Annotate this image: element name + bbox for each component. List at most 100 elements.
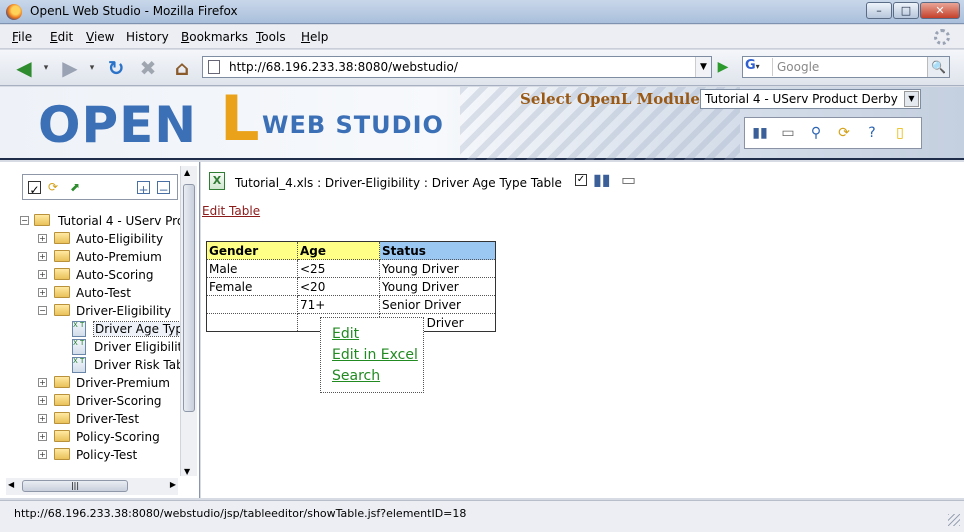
tree-item-label: Driver Age Type Table xyxy=(92,321,180,337)
table-cell[interactable]: Male xyxy=(206,259,298,278)
stop-icon[interactable]: ✖ xyxy=(134,54,162,82)
expand-all-icon[interactable]: + xyxy=(137,181,150,197)
menu-tools[interactable]: Tools xyxy=(256,30,286,44)
checkbox-icon[interactable]: ✓ xyxy=(575,174,587,186)
folder-icon xyxy=(54,430,70,442)
table-cell[interactable] xyxy=(206,313,298,332)
minimize-button[interactable]: – xyxy=(866,2,892,19)
app-header: OPEN L WEB STUDIO Select OpenL Module: T… xyxy=(0,87,964,160)
menu-history[interactable]: History xyxy=(126,30,169,44)
menu-edit[interactable]: Edit xyxy=(50,30,73,44)
scrollbar-thumb[interactable]: ||| xyxy=(22,480,128,492)
resize-grip-icon[interactable] xyxy=(948,514,960,526)
window-titlebar: OpenL Web Studio - Mozilla Firefox – □ ✕ xyxy=(0,0,964,24)
maximize-button[interactable]: □ xyxy=(893,2,919,19)
context-menu-search[interactable]: Search xyxy=(332,368,380,384)
table-file-icon: X T xyxy=(72,339,86,355)
tree-item-label: Driver-Test xyxy=(76,412,140,426)
table-cell[interactable]: <20 xyxy=(297,277,380,296)
tree-horizontal-scrollbar[interactable]: ◀ ||| ▶ xyxy=(6,478,178,495)
forward-icon[interactable]: ▶ xyxy=(56,54,84,82)
search-icon[interactable]: 🔍 xyxy=(927,57,949,77)
help-icon[interactable]: ? xyxy=(863,124,881,142)
computer-icon[interactable]: ▭ xyxy=(779,124,797,142)
table-cell[interactable]: Young Driver xyxy=(379,277,496,296)
tree-item-label: Policy-Test xyxy=(76,448,138,462)
url-bar[interactable]: http://68.196.233.38:8080/webstudio/ ▼ xyxy=(202,56,712,78)
menu-bookmarks[interactable]: Bookmarks xyxy=(181,30,248,44)
menu-view[interactable]: View xyxy=(86,30,114,44)
expand-icon[interactable]: + xyxy=(38,234,47,243)
reload-icon[interactable]: ↻ xyxy=(102,54,130,82)
folder-icon xyxy=(54,412,70,424)
expand-icon[interactable]: + xyxy=(38,396,47,405)
column-header-status[interactable]: Status xyxy=(379,241,496,260)
url-text[interactable]: http://68.196.233.38:8080/webstudio/ xyxy=(229,60,458,74)
collapse-all-icon[interactable]: − xyxy=(157,181,170,197)
go-icon[interactable]: ▶ xyxy=(712,56,734,78)
checkbox-icon[interactable]: ✓ xyxy=(28,181,41,197)
tree-item-label: Driver Risk Table xyxy=(94,358,180,372)
column-header-gender[interactable]: Gender xyxy=(206,241,298,260)
back-history-dropdown[interactable]: ▾ xyxy=(40,54,52,82)
scroll-down-icon[interactable]: ▼ xyxy=(184,467,190,476)
forward-history-dropdown[interactable]: ▾ xyxy=(86,54,98,82)
edit-table-link[interactable]: Edit Table xyxy=(202,204,260,218)
collapse-icon[interactable]: − xyxy=(20,216,29,225)
table-cell[interactable]: Female xyxy=(206,277,298,296)
scroll-left-icon[interactable]: ◀ xyxy=(8,480,14,489)
scrollbar-thumb[interactable] xyxy=(183,184,195,412)
search-input[interactable]: G▾ Google 🔍 xyxy=(742,56,950,78)
close-button[interactable]: ✕ xyxy=(920,2,960,19)
books-icon[interactable]: ▮▮ xyxy=(751,124,769,142)
tree-item-label: Driver-Scoring xyxy=(76,394,162,408)
refresh-icon[interactable]: ⟳ xyxy=(835,124,853,142)
table-cell[interactable]: Young Driver xyxy=(379,259,496,278)
status-text: http://68.196.233.38:8080/webstudio/jsp/… xyxy=(14,507,467,520)
page-icon xyxy=(208,60,220,74)
back-icon[interactable]: ◀ xyxy=(10,54,38,82)
menu-help[interactable]: Help xyxy=(301,30,328,44)
refresh-icon[interactable]: ⟳ xyxy=(45,179,61,195)
computer-icon[interactable]: ▭ xyxy=(621,170,643,192)
books-icon[interactable]: ▮▮ xyxy=(593,170,615,192)
scroll-right-icon[interactable]: ▶ xyxy=(170,480,176,489)
tree-item-label: Auto-Eligibility xyxy=(76,232,164,246)
expand-icon[interactable]: + xyxy=(38,414,47,423)
expand-icon[interactable]: + xyxy=(38,252,47,261)
header-toolbar: ▮▮ ▭ ⚲ ⟳ ? ▯ xyxy=(744,117,922,149)
table-cell[interactable]: Senior Driver xyxy=(379,295,496,314)
tree-vertical-scrollbar[interactable]: ▲ ▼ xyxy=(180,166,197,476)
tree-item-label: Driver Eligibility Table xyxy=(94,340,180,354)
folder-icon xyxy=(54,268,70,280)
project-tree: − Tutorial 4 - UServ Product Derby + Aut… xyxy=(0,206,180,478)
scroll-up-icon[interactable]: ▲ xyxy=(184,168,190,177)
context-menu-edit-in-excel[interactable]: Edit in Excel xyxy=(332,347,418,363)
table-cell[interactable]: 71+ xyxy=(297,295,380,314)
home-icon[interactable]: ⌂ xyxy=(168,54,196,82)
menu-file[interactable]: File xyxy=(12,30,32,44)
module-select-value: Tutorial 4 - UServ Product Derby xyxy=(705,92,898,106)
collapse-icon[interactable]: − xyxy=(38,306,47,315)
table-row: Male <25 Young Driver xyxy=(206,259,496,278)
column-header-age[interactable]: Age xyxy=(297,241,380,260)
expand-icon[interactable]: + xyxy=(38,450,47,459)
folder-open-icon xyxy=(34,214,50,226)
expand-icon[interactable]: + xyxy=(38,378,47,387)
expand-icon[interactable]: + xyxy=(38,432,47,441)
module-select[interactable]: Tutorial 4 - UServ Product Derby ▼ xyxy=(700,89,921,109)
database-icon[interactable]: ▯ xyxy=(891,124,909,142)
chevron-down-icon[interactable]: ▼ xyxy=(904,91,919,107)
expand-icon[interactable]: + xyxy=(38,270,47,279)
excel-file-icon: X xyxy=(209,172,225,190)
run-icon[interactable]: ⬈ xyxy=(67,179,83,195)
search-engine-icon[interactable]: G▾ xyxy=(745,58,773,76)
magnifier-icon[interactable]: ⚲ xyxy=(807,124,825,142)
expand-icon[interactable]: + xyxy=(38,288,47,297)
tree-toolbar: ✓ ⟳ ⬈ + − xyxy=(22,174,178,200)
table-cell[interactable]: <25 xyxy=(297,259,380,278)
module-label: Select OpenL Module: xyxy=(520,90,706,108)
table-cell[interactable] xyxy=(206,295,298,314)
context-menu-edit[interactable]: Edit xyxy=(332,326,359,342)
url-dropdown-icon[interactable]: ▼ xyxy=(695,57,711,77)
